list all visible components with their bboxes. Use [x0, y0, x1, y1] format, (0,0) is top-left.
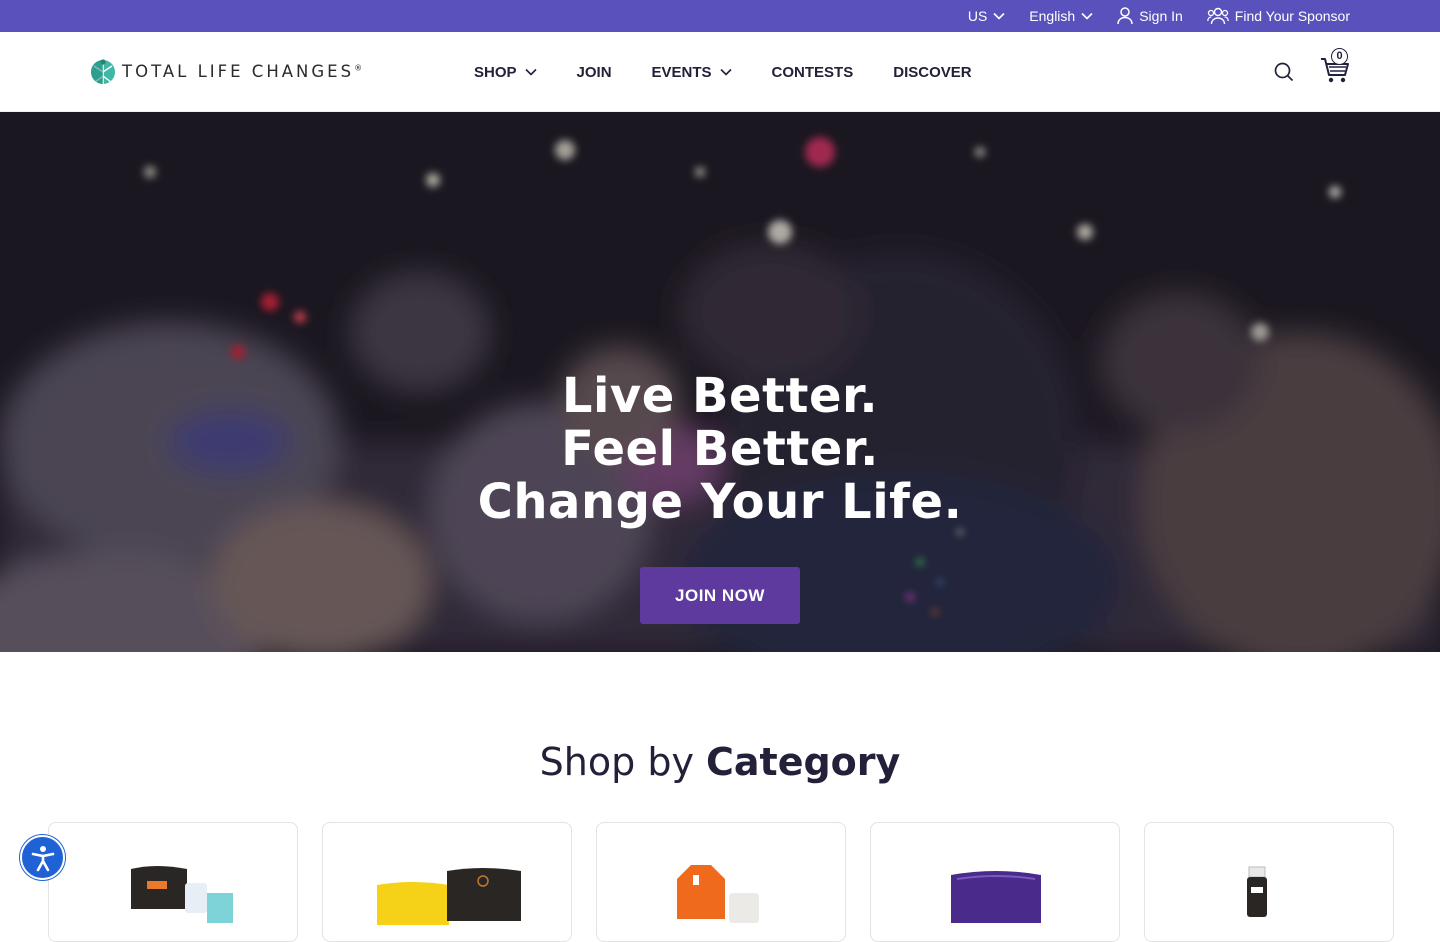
- hero-line-3: Change Your Life.: [477, 474, 963, 530]
- country-label: US: [967, 8, 988, 24]
- join-now-button[interactable]: JOIN NOW: [640, 567, 800, 624]
- hero-banner: Live Better. Feel Better. Change Your Li…: [0, 112, 1440, 652]
- nav-actions: 0: [1274, 32, 1350, 112]
- category-card[interactable]: [870, 822, 1120, 942]
- product-image: [131, 866, 233, 923]
- product-image: [1247, 866, 1267, 917]
- find-sponsor-link[interactable]: Find Your Sponsor: [1206, 7, 1350, 25]
- hero-heading: Live Better. Feel Better. Change Your Li…: [0, 370, 1440, 529]
- nav-item-label: EVENTS: [651, 63, 712, 81]
- hero-line-2: Feel Better.: [561, 421, 879, 477]
- find-sponsor-label: Find Your Sponsor: [1234, 8, 1350, 24]
- nav-item-label: JOIN: [576, 63, 612, 81]
- primary-menu: SHOP JOIN EVENTS CONTESTS DISCOVER: [474, 32, 972, 112]
- chevron-down-icon: [524, 68, 537, 76]
- category-card[interactable]: [596, 822, 846, 942]
- category-card[interactable]: [48, 822, 298, 942]
- chevron-down-icon: [993, 12, 1005, 20]
- cart-count-badge: 0: [1331, 47, 1348, 65]
- logo-mark-icon: [91, 58, 115, 84]
- brand-logo[interactable]: TOTAL LIFE CHANGES®: [90, 56, 362, 88]
- chevron-down-icon: [719, 68, 732, 76]
- product-image: [677, 865, 759, 923]
- category-card[interactable]: [1144, 822, 1394, 942]
- top-utility-bar: US English Sign In Find Your Sponsor: [0, 0, 1440, 32]
- accessibility-button[interactable]: [20, 835, 65, 880]
- heading-light: Shop by: [539, 740, 707, 784]
- category-cards: [48, 822, 1394, 942]
- nav-item-label: CONTESTS: [771, 63, 854, 81]
- hero-line-1: Live Better.: [561, 368, 879, 424]
- hero-content: Live Better. Feel Better. Change Your Li…: [0, 370, 1440, 624]
- users-icon: [1206, 7, 1229, 25]
- category-card[interactable]: [322, 822, 572, 942]
- accessibility-icon: [31, 845, 54, 871]
- language-selector[interactable]: English: [1029, 8, 1093, 24]
- nav-item-shop[interactable]: SHOP: [474, 64, 537, 81]
- sign-in-label: Sign In: [1139, 8, 1183, 24]
- nav-item-label: SHOP: [474, 63, 517, 81]
- product-image: [951, 871, 1041, 923]
- main-navigation: TOTAL LIFE CHANGES® SHOP JOIN EVENTS CON…: [0, 32, 1440, 112]
- nav-item-label: DISCOVER: [893, 63, 972, 81]
- product-image: [377, 868, 521, 925]
- sign-in-link[interactable]: Sign In: [1117, 7, 1183, 25]
- search-icon[interactable]: [1274, 62, 1294, 82]
- nav-item-events[interactable]: EVENTS: [652, 64, 732, 81]
- brand-name: TOTAL LIFE CHANGES®: [122, 62, 363, 81]
- language-label: English: [1029, 8, 1076, 24]
- country-selector[interactable]: US: [968, 8, 1005, 24]
- heading-bold: Category: [706, 740, 901, 784]
- category-section-heading: Shop by Category: [0, 740, 1440, 784]
- chevron-down-icon: [1081, 12, 1093, 20]
- nav-item-discover[interactable]: DISCOVER: [893, 64, 971, 81]
- cart-button[interactable]: 0: [1320, 47, 1350, 89]
- user-icon: [1117, 7, 1133, 25]
- nav-item-contests[interactable]: CONTESTS: [772, 64, 854, 81]
- nav-item-join[interactable]: JOIN: [577, 64, 612, 81]
